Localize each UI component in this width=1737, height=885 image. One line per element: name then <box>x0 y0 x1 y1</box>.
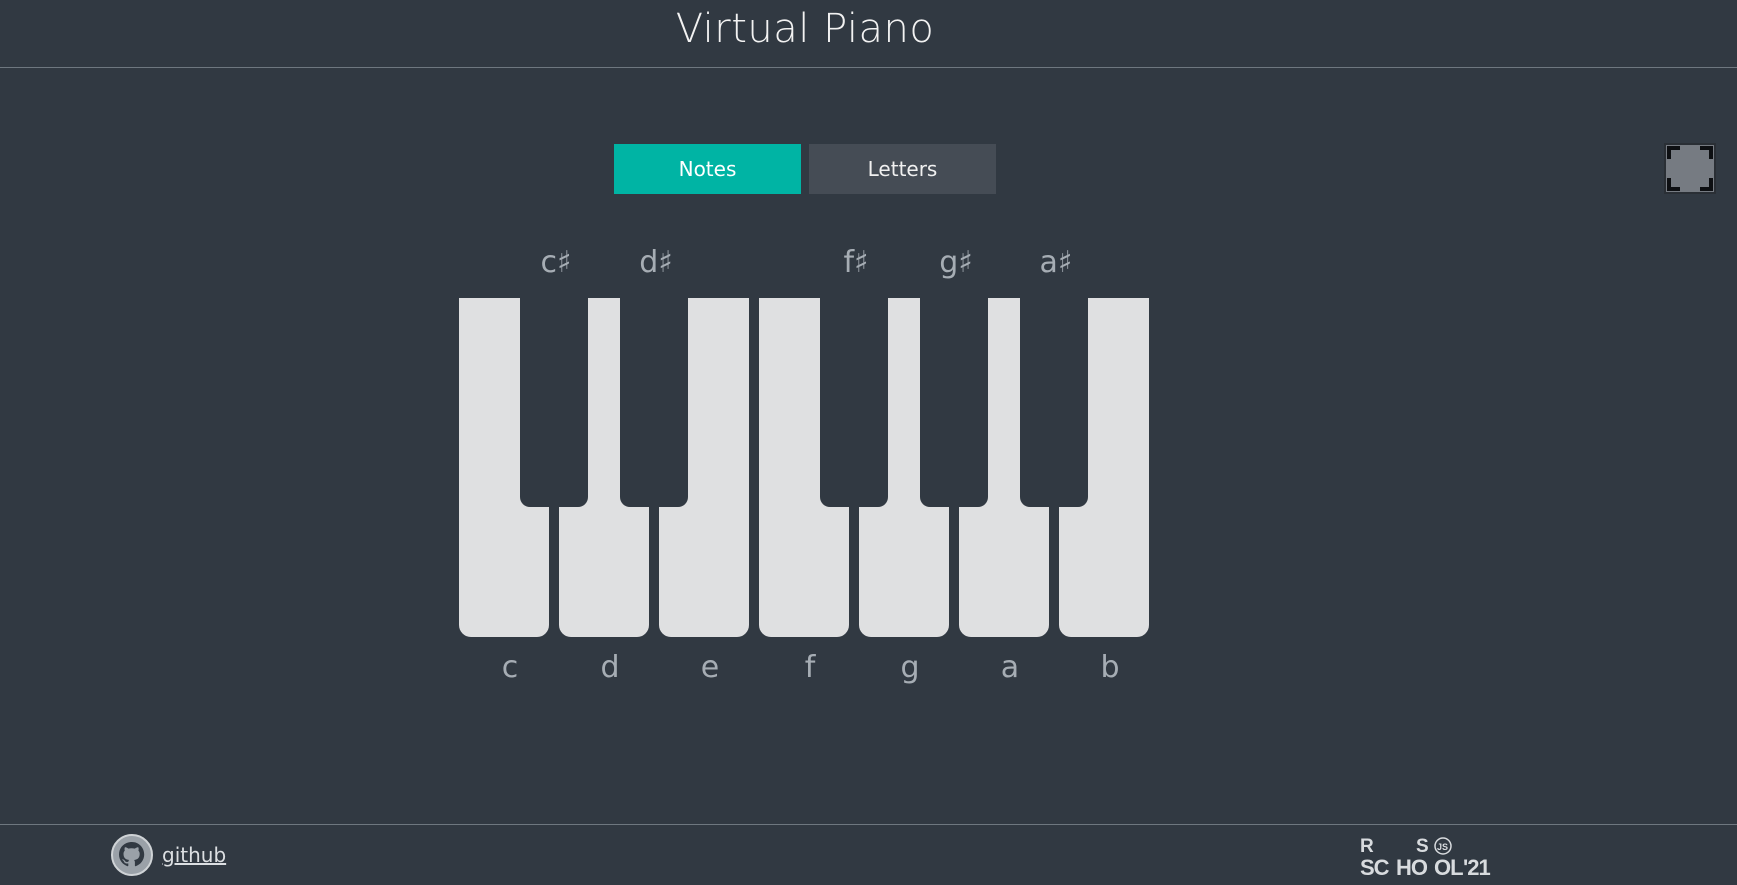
note-label-a: a <box>1000 650 1020 685</box>
page-title: Virtual Piano <box>675 6 935 52</box>
logo-letter-s: S <box>1416 836 1429 857</box>
logo-js: JS <box>1437 842 1448 852</box>
piano-key-g-sharp[interactable] <box>920 298 988 507</box>
piano-key-f-sharp[interactable] <box>820 298 888 507</box>
piano-keyboard <box>459 298 1151 638</box>
piano-key-d-sharp[interactable] <box>620 298 688 507</box>
logo-year: '21 <box>1463 855 1490 879</box>
fullscreen-button[interactable] <box>1664 143 1716 194</box>
piano-key-c-sharp[interactable] <box>520 298 588 507</box>
rs-school-logo[interactable]: R S JS SC HO OL '21 <box>1360 835 1500 880</box>
logo-letter-r: R <box>1360 836 1374 857</box>
piano-key-a-sharp[interactable] <box>1020 298 1088 507</box>
mode-switch: Notes Letters <box>614 144 996 194</box>
note-label-b: b <box>1100 650 1120 685</box>
letters-button[interactable]: Letters <box>809 144 996 194</box>
note-label-f: f <box>804 650 816 685</box>
sharp-label-f: f♯ <box>843 245 869 280</box>
note-label-e: e <box>700 650 720 685</box>
sharp-label-a: a♯ <box>1039 245 1073 280</box>
note-label-g: g <box>900 650 920 685</box>
github-link[interactable]: github <box>110 833 226 877</box>
logo-school-b: HO <box>1396 855 1428 879</box>
note-label-d: d <box>600 650 620 685</box>
sharp-label-c: c♯ <box>540 245 572 280</box>
sharp-label-d: d♯ <box>639 245 673 280</box>
github-icon <box>111 834 153 876</box>
header: Virtual Piano <box>0 0 1737 68</box>
sharp-label-g: g♯ <box>939 245 973 280</box>
github-link-label: github <box>162 843 227 867</box>
note-label-c: c <box>501 650 519 685</box>
footer: github R S JS SC HO OL '21 <box>0 824 1737 885</box>
logo-school-a: SC <box>1360 855 1390 879</box>
notes-button[interactable]: Notes <box>614 144 801 194</box>
rs-school-logo-icon: R S JS SC HO OL '21 <box>1360 836 1491 880</box>
fullscreen-icon <box>1667 146 1713 191</box>
page: Virtual Piano Notes Letters c♯ d♯ f♯ g♯ … <box>0 0 1737 885</box>
logo-school-c: OL <box>1434 855 1463 879</box>
